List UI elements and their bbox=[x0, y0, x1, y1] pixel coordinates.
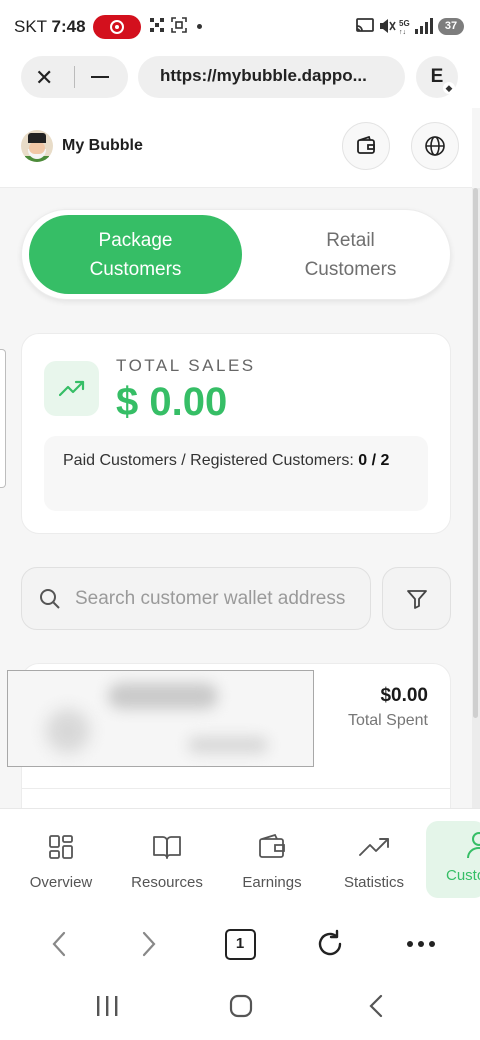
nav-resources[interactable]: Resources bbox=[115, 822, 219, 898]
svg-text:↑↓: ↑↓ bbox=[399, 29, 406, 35]
side-drawer-edge[interactable] bbox=[0, 349, 6, 488]
nav-statistics[interactable]: Statistics bbox=[322, 822, 426, 898]
search-input[interactable] bbox=[75, 584, 360, 614]
customers-ratio-value: 0 / 2 bbox=[358, 452, 390, 469]
trending-up-icon bbox=[44, 361, 99, 416]
chevron-right-icon bbox=[142, 931, 156, 957]
globe-icon bbox=[425, 136, 445, 156]
recents-icon bbox=[97, 996, 118, 1016]
search-box bbox=[21, 567, 371, 630]
recents-button[interactable] bbox=[95, 995, 119, 1022]
tab-controls: ✕ bbox=[21, 56, 128, 98]
customer-type-toggle: Package Customers Retail Customers bbox=[21, 209, 451, 300]
qr-icon bbox=[149, 17, 165, 36]
5g-signal-icon: 5G ↑↓ bbox=[399, 17, 437, 38]
battery-indicator: 37 bbox=[438, 18, 464, 35]
wallet-icon bbox=[357, 136, 375, 154]
total-sales-value: $ 0.00 bbox=[116, 380, 228, 424]
tabs-button[interactable]: 1 bbox=[220, 926, 260, 962]
nav-label: Earnings bbox=[242, 874, 302, 891]
svg-text:5G: 5G bbox=[399, 19, 410, 28]
nav-label: Resources bbox=[131, 874, 203, 891]
book-icon bbox=[153, 836, 181, 859]
screenshot-icon bbox=[171, 17, 187, 36]
search-icon bbox=[40, 589, 60, 609]
filter-icon bbox=[406, 589, 427, 609]
user-icon bbox=[467, 832, 480, 859]
wallet-button[interactable] bbox=[342, 122, 390, 170]
scrollbar-thumb[interactable] bbox=[473, 188, 478, 718]
notification-dot-icon bbox=[197, 24, 202, 29]
grid-icon bbox=[49, 835, 73, 859]
minimize-icon[interactable] bbox=[91, 76, 109, 78]
total-spent-label: Total Spent bbox=[347, 712, 428, 729]
nav-earnings[interactable]: Earnings bbox=[220, 822, 324, 898]
filter-button[interactable] bbox=[382, 567, 451, 630]
screen-record-indicator bbox=[93, 15, 141, 39]
reload-button[interactable] bbox=[310, 926, 350, 962]
tab-package-customers[interactable]: Package Customers bbox=[29, 215, 242, 294]
divider bbox=[21, 788, 451, 789]
ethereum-badge-icon: ◆ bbox=[443, 82, 455, 94]
status-time: SKT 7:48 bbox=[14, 17, 86, 36]
trend-icon bbox=[359, 838, 389, 856]
divider bbox=[74, 66, 75, 88]
wallet-icon bbox=[259, 834, 285, 858]
close-tab-icon[interactable]: ✕ bbox=[35, 65, 53, 91]
nav-label: Customers bbox=[446, 867, 480, 884]
address-bar[interactable]: https://mybubble.dappo... bbox=[138, 56, 405, 98]
nav-overview[interactable]: Overview bbox=[9, 822, 113, 898]
reload-icon bbox=[318, 929, 342, 956]
app-title: My Bubble bbox=[62, 137, 143, 154]
redacted-customer-info bbox=[7, 670, 314, 767]
more-menu-button[interactable] bbox=[401, 926, 441, 962]
customers-ratio: Paid Customers / Registered Customers: 0… bbox=[44, 436, 428, 511]
chevron-left-icon bbox=[52, 931, 66, 957]
forward-button[interactable] bbox=[129, 926, 169, 962]
mute-icon bbox=[378, 17, 396, 38]
nav-label: Statistics bbox=[343, 874, 404, 891]
tab-count: 1 bbox=[224, 928, 256, 960]
cast-icon bbox=[355, 17, 375, 38]
home-button[interactable] bbox=[229, 994, 253, 1023]
customers-ratio-label: Paid Customers / Registered Customers: bbox=[63, 452, 354, 469]
back-arrow-icon bbox=[369, 994, 383, 1018]
total-sales-label: TOTAL SALES bbox=[116, 356, 256, 375]
more-icon bbox=[407, 941, 435, 947]
total-spent-value: $0.00 bbox=[380, 685, 428, 706]
nav-label: Overview bbox=[29, 874, 93, 891]
back-button[interactable] bbox=[39, 926, 79, 962]
language-button[interactable] bbox=[411, 122, 459, 170]
home-icon bbox=[229, 994, 253, 1018]
tab-retail-customers[interactable]: Retail Customers bbox=[244, 215, 457, 294]
system-back-button[interactable] bbox=[368, 994, 384, 1023]
nav-customers[interactable]: Customers bbox=[426, 821, 480, 898]
avatar[interactable] bbox=[21, 130, 53, 162]
